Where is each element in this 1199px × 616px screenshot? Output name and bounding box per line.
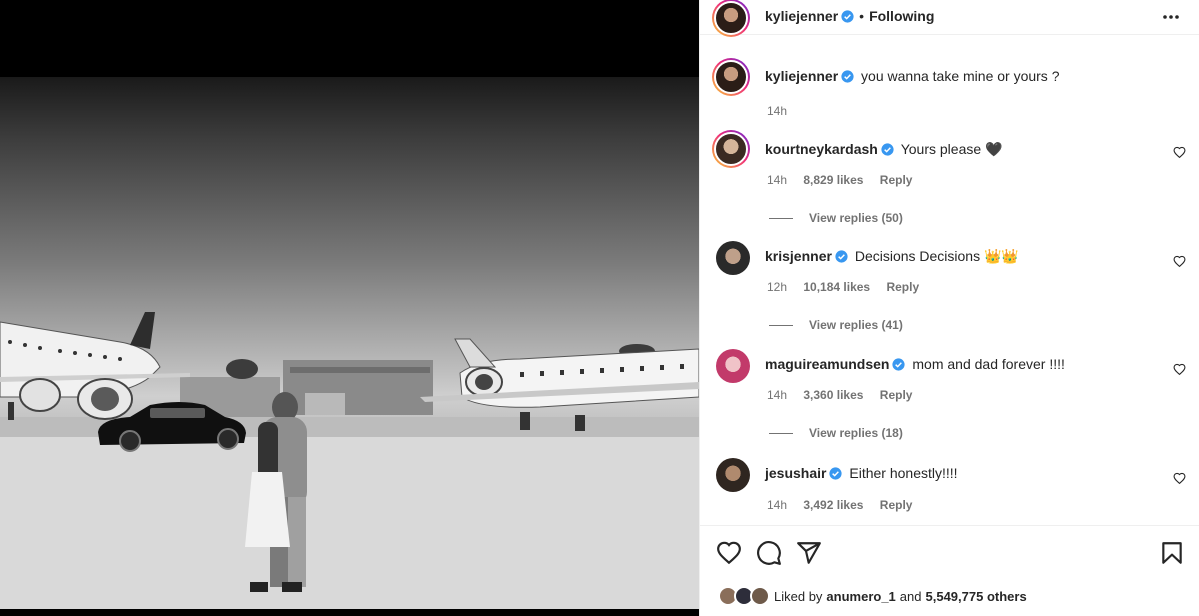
share-icon[interactable] <box>796 540 822 566</box>
comment-time[interactable]: 14h <box>767 498 787 512</box>
comment-username[interactable]: maguireamundsen <box>765 356 889 372</box>
comments-list[interactable]: kyliejenner you wanna take mine or yours… <box>700 48 1199 526</box>
reply-button[interactable]: Reply <box>880 498 913 512</box>
comment-avatar[interactable] <box>716 349 750 383</box>
liked-by-user[interactable]: anumero_1 <box>826 589 895 604</box>
bookmark-icon[interactable] <box>1159 540 1185 566</box>
like-comment-heart-icon[interactable] <box>1173 255 1186 268</box>
post-modal: kyliejenner • Following kyliejenner you … <box>0 0 1199 616</box>
comment-icon[interactable] <box>756 540 782 566</box>
comment-likes[interactable]: 10,184 likes <box>803 280 870 294</box>
author-username[interactable]: kyliejenner <box>765 8 838 24</box>
verified-badge-icon <box>841 70 854 83</box>
liked-by-joiner: and <box>899 588 922 604</box>
comment-time[interactable]: 12h <box>767 280 787 294</box>
view-replies-label: View replies (41) <box>809 318 903 332</box>
comment-avatar[interactable] <box>716 241 750 275</box>
replies-divider <box>769 217 793 219</box>
reply-button[interactable]: Reply <box>880 388 913 402</box>
comment-text: Decisions Decisions 👑👑 <box>854 248 1019 264</box>
view-replies-button[interactable]: View replies (50) <box>769 211 1188 225</box>
post-actions <box>716 540 1186 570</box>
verified-badge-icon <box>841 9 854 23</box>
verified-badge-icon <box>892 358 906 371</box>
comment-item: jesushair Either honestly!!!! 14h 3,492 … <box>712 458 1188 512</box>
comment-username[interactable]: jesushair <box>765 465 826 481</box>
likes-summary: Liked by anumero_1 and 5,549,775 others <box>718 586 1027 606</box>
view-replies-button[interactable]: View replies (41) <box>769 318 1188 332</box>
comment-likes[interactable]: 3,492 likes <box>803 498 863 512</box>
caption-time[interactable]: 14h <box>767 104 787 118</box>
photo-illustration <box>0 312 699 609</box>
comment-time[interactable]: 14h <box>767 173 787 187</box>
caption-author-avatar[interactable] <box>712 58 750 96</box>
verified-badge-icon <box>881 143 894 156</box>
like-comment-heart-icon[interactable] <box>1173 363 1186 376</box>
verified-badge-icon <box>835 250 848 263</box>
comment-text: mom and dad forever !!!! <box>912 356 1065 372</box>
liker-avatars[interactable] <box>718 586 770 606</box>
reply-button[interactable]: Reply <box>880 173 913 187</box>
comment-likes[interactable]: 8,829 likes <box>803 173 863 187</box>
comment-item: krisjenner Decisions Decisions 👑👑 12h 10… <box>712 241 1188 332</box>
post-details-panel: kyliejenner • Following kyliejenner you … <box>699 0 1199 616</box>
liked-by-prefix: Liked by <box>774 588 823 604</box>
view-replies-label: View replies (18) <box>809 426 903 440</box>
view-replies-label: View replies (50) <box>809 211 903 225</box>
verified-badge-icon <box>829 467 843 480</box>
comment-text: Yours please 🖤 <box>900 141 1003 157</box>
author-avatar[interactable] <box>712 0 750 37</box>
comment-item: maguireamundsen mom and dad forever !!!!… <box>712 349 1188 440</box>
comment-username[interactable]: kourtneykardash <box>765 141 878 157</box>
like-comment-heart-icon[interactable] <box>1173 146 1186 159</box>
liked-by-others[interactable]: 5,549,775 others <box>926 589 1027 604</box>
caption-text: you wanna take mine or yours ? <box>861 68 1060 84</box>
comment-item: kourtneykardash Yours please 🖤 14h 8,829… <box>712 130 1188 225</box>
post-caption: kyliejenner you wanna take mine or yours… <box>712 58 1060 118</box>
comment-avatar[interactable] <box>712 130 750 168</box>
like-comment-heart-icon[interactable] <box>1173 472 1186 485</box>
heart-icon[interactable] <box>716 540 742 566</box>
following-button[interactable]: Following <box>869 8 934 24</box>
reply-button[interactable]: Reply <box>886 280 919 294</box>
post-header: kyliejenner • Following <box>700 0 1199 37</box>
more-options-icon[interactable] <box>1161 7 1181 27</box>
comment-text: Either honestly!!!! <box>849 465 958 481</box>
separator-dot: • <box>859 8 865 24</box>
replies-divider <box>769 324 793 326</box>
view-replies-button[interactable]: View replies (18) <box>769 426 1188 440</box>
post-media[interactable] <box>0 0 699 616</box>
comment-avatar[interactable] <box>716 458 750 492</box>
replies-divider <box>769 432 793 434</box>
liker-avatar <box>750 586 770 606</box>
comment-username[interactable]: krisjenner <box>765 248 832 264</box>
caption-author-username[interactable]: kyliejenner <box>765 68 838 84</box>
comment-time[interactable]: 14h <box>767 388 787 402</box>
post-photo[interactable] <box>0 77 699 609</box>
comment-likes[interactable]: 3,360 likes <box>803 388 863 402</box>
